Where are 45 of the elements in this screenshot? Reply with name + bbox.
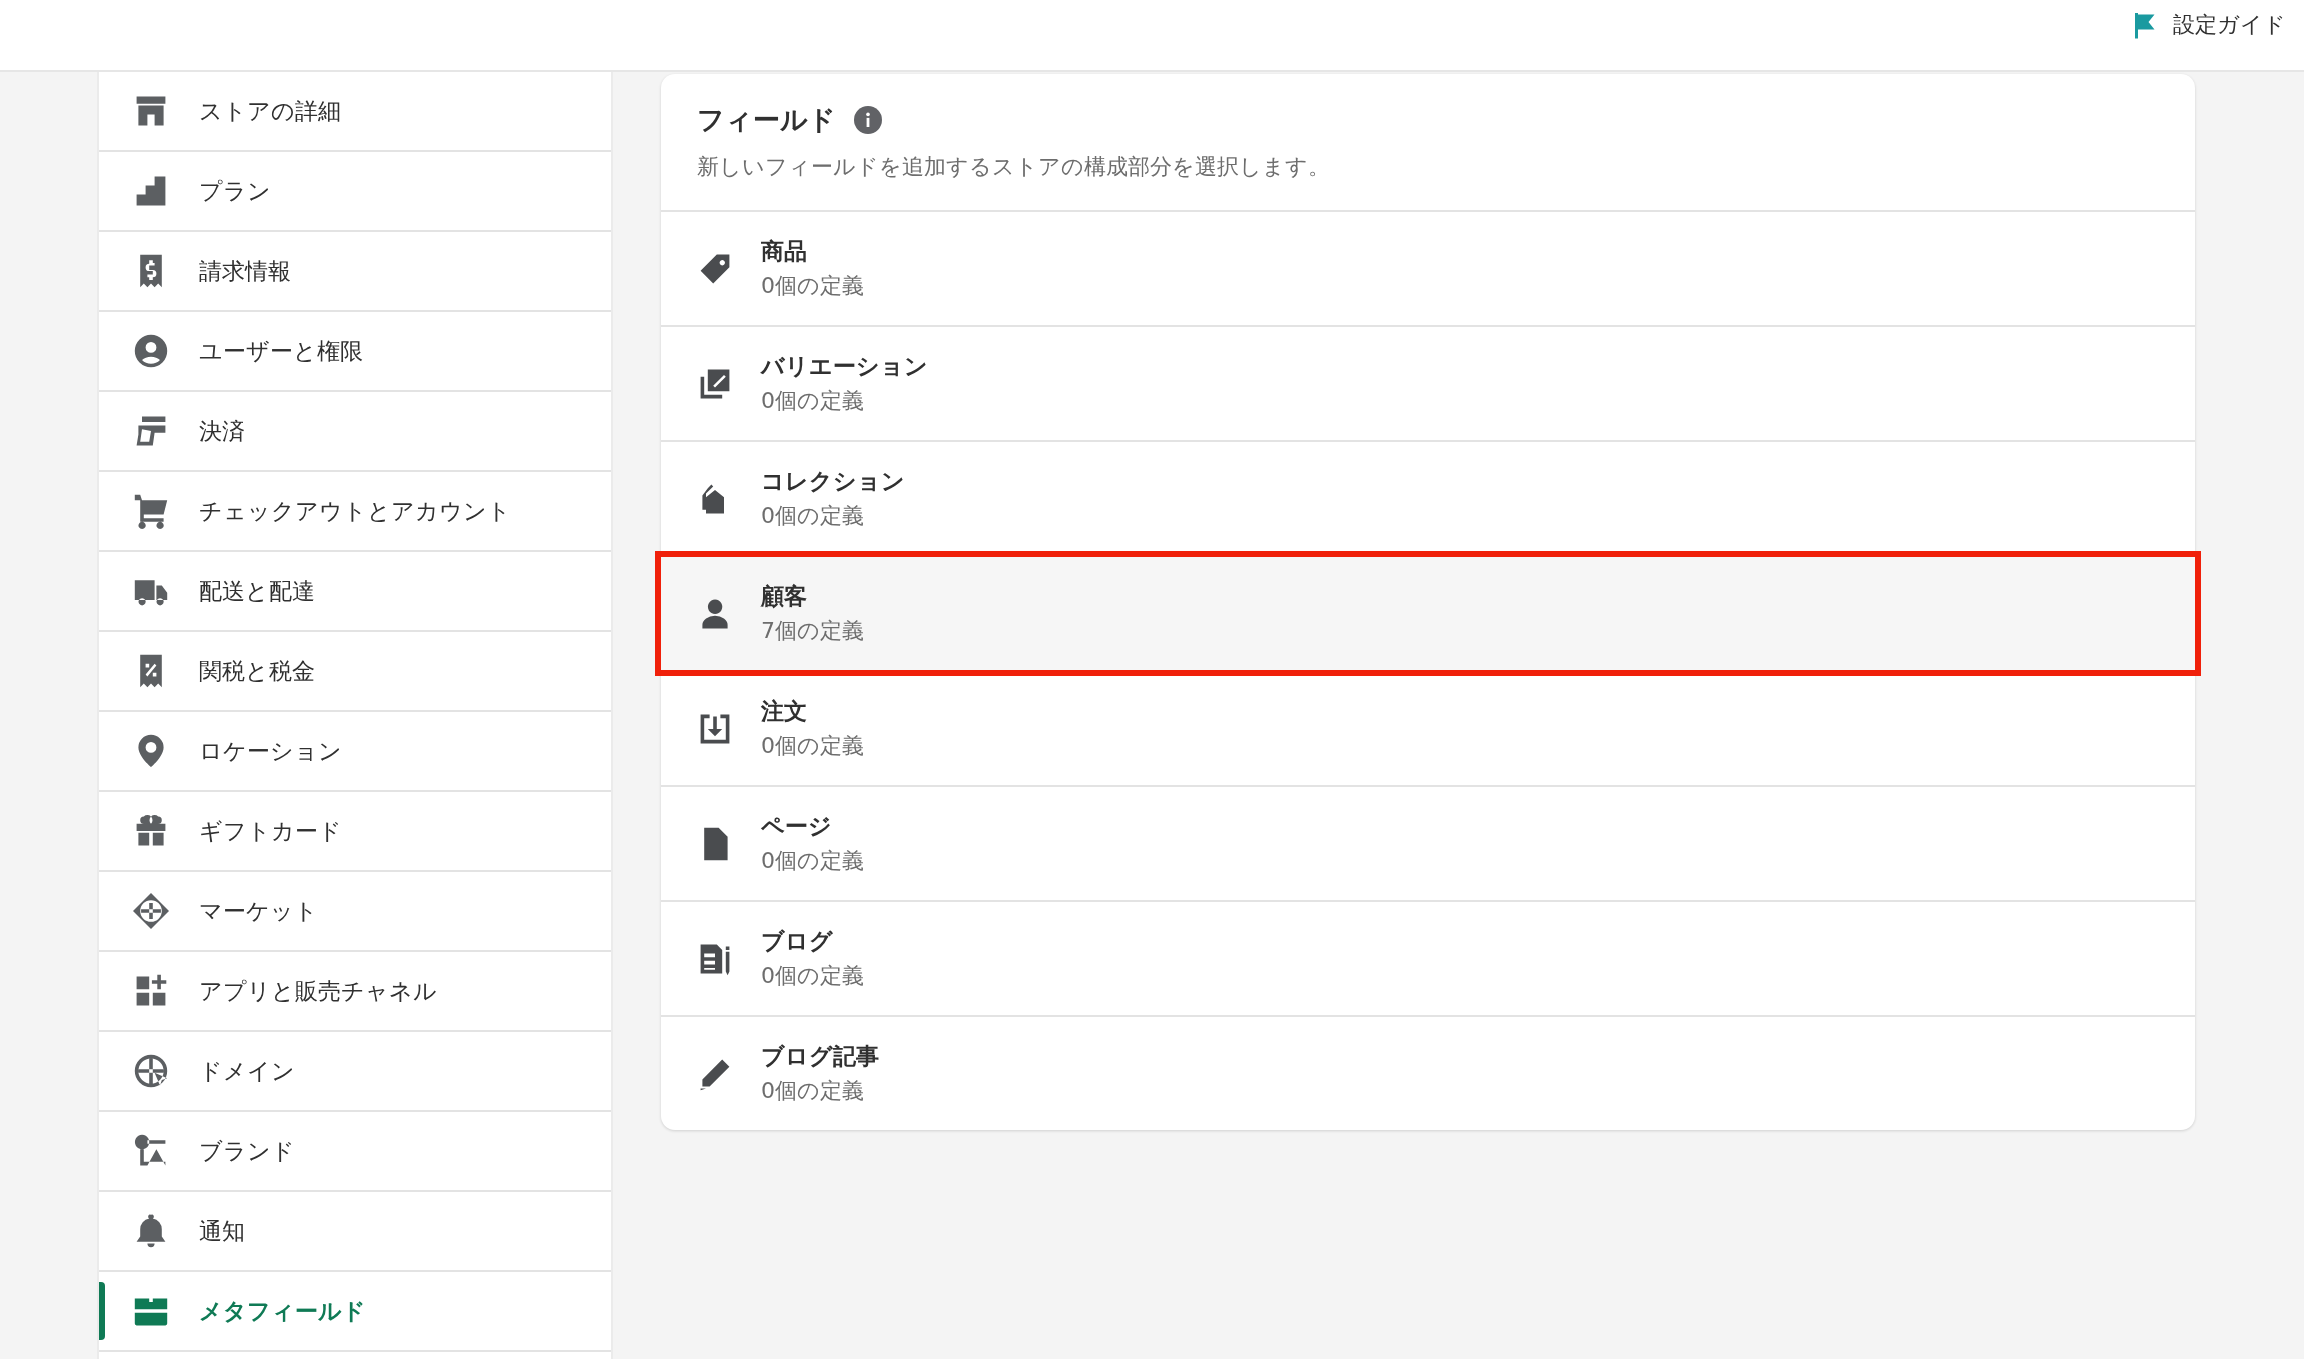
sidebar-item[interactable]: 決済 <box>99 392 611 472</box>
setup-guide-link[interactable]: 設定ガイド <box>2123 6 2292 44</box>
sidebar-item[interactable]: 通知 <box>99 1192 611 1272</box>
row-title: 商品 <box>761 237 808 266</box>
sidebar-item[interactable]: 配送と配達 <box>99 552 611 632</box>
resource-row[interactable]: バリエーション 0個の定義 <box>661 327 2195 442</box>
sidebar-item[interactable]: プラン <box>99 152 611 232</box>
sidebar-item[interactable]: メタフィールド <box>99 1272 611 1352</box>
definition-count: 0個の定義 <box>761 847 864 875</box>
definition-count: 0個の定義 <box>761 732 864 760</box>
sidebar-item[interactable]: ドメイン <box>99 1032 611 1112</box>
sidebar-item[interactable]: チェックアウトとアカウント <box>99 472 611 552</box>
definition-count: 0個の定義 <box>761 502 865 530</box>
row-title: ブログ記事 <box>761 1042 879 1071</box>
definition-count: 7個の定義 <box>761 617 864 645</box>
definition-count: 0個の定義 <box>761 387 865 415</box>
definition-count: 0個の定義 <box>761 1077 865 1105</box>
definition-count: 0個の定義 <box>761 272 864 300</box>
sidebar-item[interactable]: 請求情報 <box>99 232 611 312</box>
sidebar-item[interactable]: ギフトカード <box>99 792 611 872</box>
globe-icon <box>133 893 169 929</box>
resource-row[interactable]: ブログ 0個の定義 <box>661 902 2195 1017</box>
cart-icon <box>133 493 169 529</box>
row-title: 注文 <box>761 697 808 726</box>
row-title: ページ <box>761 812 833 841</box>
sidebar-item[interactable]: ユーザーと権限 <box>99 312 611 392</box>
card-description: 新しいフィールドを追加するストアの構成部分を選択します。 <box>697 153 1331 181</box>
resource-row[interactable]: 商品 0個の定義 <box>661 212 2195 327</box>
row-title: ブログ <box>761 927 834 956</box>
row-title: バリエーション <box>761 352 928 381</box>
resource-row[interactable]: 注文 0個の定義 <box>661 672 2195 787</box>
row-title: コレクション <box>761 467 905 496</box>
sidebar-item[interactable]: ブランド <box>99 1112 611 1192</box>
resource-row[interactable]: ブログ記事 0個の定義 <box>661 1017 2195 1130</box>
sidebar-item[interactable]: 関税と税金 <box>99 632 611 712</box>
globe-cursor-icon <box>133 1053 169 1089</box>
definition-count: 0個の定義 <box>761 962 864 990</box>
resource-row[interactable]: ページ 0個の定義 <box>661 787 2195 902</box>
sidebar-item[interactable]: マーケット <box>99 872 611 952</box>
sidebar-item[interactable]: ロケーション <box>99 712 611 792</box>
info-icon[interactable] <box>854 106 882 134</box>
sidebar-item[interactable]: ストアの詳細 <box>99 72 611 152</box>
sidebar-item[interactable]: アプリと販売チャネル <box>99 952 611 1032</box>
card-title: フィールド <box>697 103 836 137</box>
row-title: 顧客 <box>761 582 808 611</box>
